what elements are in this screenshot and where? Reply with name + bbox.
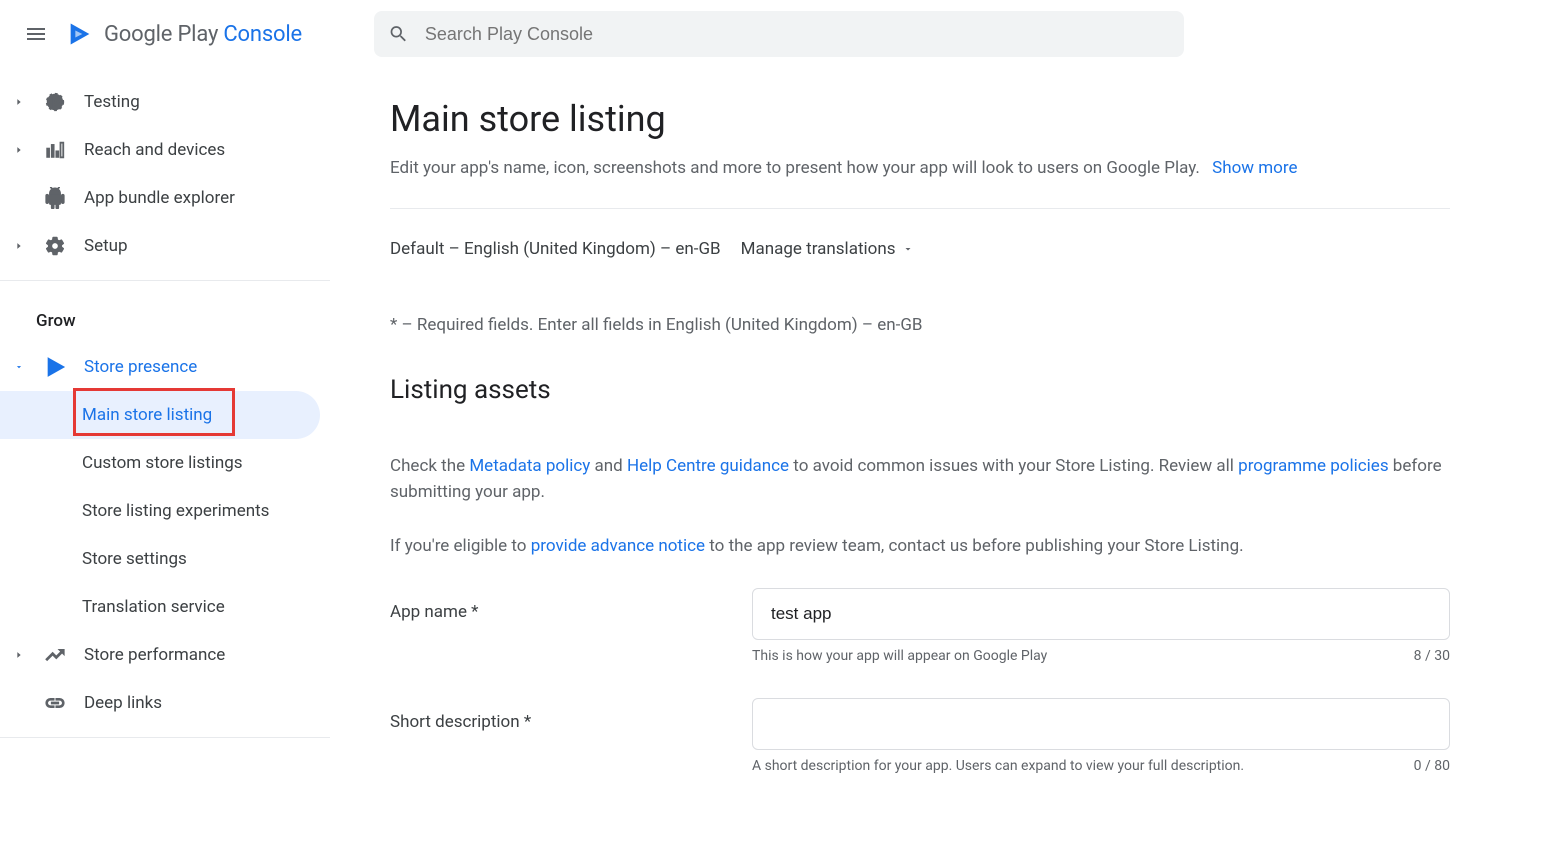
app-name-counter: 8 / 30 <box>1414 648 1450 664</box>
chevron-down-icon <box>902 243 914 255</box>
short-desc-input[interactable] <box>752 698 1450 750</box>
page-subtitle: Edit your app's name, icon, screenshots … <box>390 156 1450 182</box>
search-input[interactable] <box>425 24 1170 45</box>
sidebar-label: Store performance <box>84 645 225 665</box>
help-centre-link[interactable]: Help Centre guidance <box>627 456 789 476</box>
gear-icon <box>40 235 70 257</box>
play-icon <box>40 356 70 378</box>
sidebar-sub-store-settings[interactable]: Store settings <box>0 535 330 583</box>
sidebar-item-testing[interactable]: Testing <box>0 78 330 126</box>
show-more-link[interactable]: Show more <box>1212 158 1297 178</box>
sidebar-label: Testing <box>84 92 140 112</box>
sidebar: Testing Reach and devices App bundle exp… <box>0 68 330 848</box>
short-desc-counter: 0 / 80 <box>1414 758 1450 774</box>
sidebar-section-grow: Grow <box>0 291 330 343</box>
sidebar-label: Reach and devices <box>84 140 225 160</box>
sidebar-label: Deep links <box>84 693 162 713</box>
logo[interactable]: Google Play Console <box>66 20 302 48</box>
search-bar[interactable] <box>374 11 1184 57</box>
link-icon <box>40 692 70 714</box>
search-icon <box>388 23 409 45</box>
sidebar-item-store-presence[interactable]: Store presence <box>0 343 330 391</box>
short-desc-label: Short description * <box>390 698 752 732</box>
sidebar-sub-custom-listings[interactable]: Custom store listings <box>0 439 330 487</box>
sidebar-sub-main-store-listing[interactable]: Main store listing <box>0 391 320 439</box>
short-desc-helper: A short description for your app. Users … <box>752 758 1244 774</box>
sidebar-label: Setup <box>84 236 128 256</box>
app-name-label: App name * <box>390 588 752 622</box>
play-logo-icon <box>66 20 94 48</box>
metadata-policy-link[interactable]: Metadata policy <box>469 456 590 476</box>
policy-paragraph: Check the Metadata policy and Help Centr… <box>390 453 1450 506</box>
main-content: Main store listing Edit your app's name,… <box>330 68 1490 848</box>
menu-button[interactable] <box>12 10 60 58</box>
sidebar-item-store-performance[interactable]: Store performance <box>0 631 330 679</box>
section-title: Listing assets <box>390 375 1450 405</box>
advance-notice-link[interactable]: provide advance notice <box>531 536 705 556</box>
sidebar-item-bundle[interactable]: App bundle explorer <box>0 174 330 222</box>
sidebar-item-reach[interactable]: Reach and devices <box>0 126 330 174</box>
sidebar-label: Store presence <box>84 357 197 377</box>
sidebar-sub-translation[interactable]: Translation service <box>0 583 330 631</box>
sidebar-sub-experiments[interactable]: Store listing experiments <box>0 487 330 535</box>
android-icon <box>40 187 70 209</box>
sidebar-item-deep-links[interactable]: Deep links <box>0 679 330 727</box>
app-name-helper: This is how your app will appear on Goog… <box>752 648 1047 664</box>
required-note: * – Required fields. Enter all fields in… <box>390 315 1450 335</box>
programme-policies-link[interactable]: programme policies <box>1238 456 1388 476</box>
sidebar-label: App bundle explorer <box>84 188 235 208</box>
trending-icon <box>40 644 70 666</box>
language-label: Default – English (United Kingdom) – en-… <box>390 239 721 259</box>
manage-translations-dropdown[interactable]: Manage translations <box>741 239 914 259</box>
advance-notice-paragraph: If you're eligible to provide advance no… <box>390 533 1450 559</box>
logo-text: Google Play Console <box>104 22 302 47</box>
bars-icon <box>40 139 70 161</box>
target-icon <box>40 91 70 113</box>
page-title: Main store listing <box>390 98 1450 140</box>
app-name-input[interactable] <box>752 588 1450 640</box>
sidebar-item-setup[interactable]: Setup <box>0 222 330 270</box>
